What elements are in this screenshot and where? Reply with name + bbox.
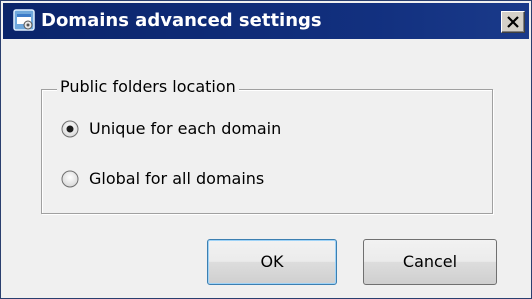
cancel-button[interactable]: Cancel: [363, 239, 497, 285]
radio-label-global: Global for all domains: [89, 169, 265, 188]
radio-selected-icon[interactable]: [61, 120, 79, 138]
groupbox-legend: Public folders location: [57, 75, 239, 99]
close-button[interactable]: [501, 11, 525, 33]
public-folders-groupbox: [41, 89, 493, 214]
app-window-icon: [13, 9, 35, 31]
radio-unselected-icon[interactable]: [61, 170, 79, 188]
title-bar[interactable]: Domains advanced settings: [3, 3, 529, 39]
ok-button[interactable]: OK: [207, 239, 337, 285]
dialog-title: Domains advanced settings: [41, 10, 322, 31]
dialog-window: Domains advanced settings Public folders…: [0, 0, 532, 299]
close-icon: [507, 16, 519, 28]
radio-label-unique: Unique for each domain: [89, 119, 282, 138]
